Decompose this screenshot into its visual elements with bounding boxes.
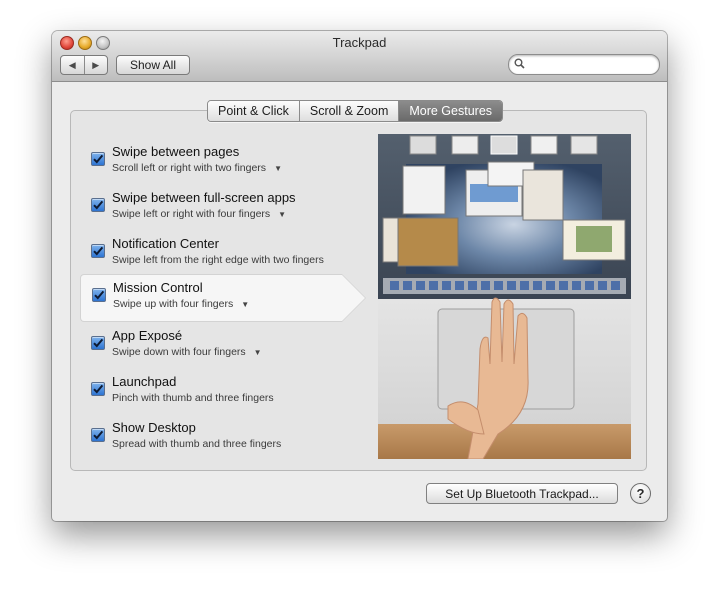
help-icon[interactable]: ? <box>630 483 651 504</box>
show-all-button[interactable]: Show All <box>116 55 190 75</box>
forward-button[interactable]: ▶ <box>83 56 108 74</box>
set-up-bluetooth-trackpad-button[interactable]: Set Up Bluetooth Trackpad... <box>426 483 618 504</box>
gesture-checkbox[interactable] <box>91 382 105 396</box>
dropdown-arrow-icon[interactable]: ▼ <box>278 210 286 219</box>
tab-point-click[interactable]: Point & Click <box>208 101 299 121</box>
gesture-checkbox[interactable] <box>91 198 105 212</box>
gesture-title: Swipe between pages <box>112 144 240 159</box>
checkmark-icon <box>93 154 104 164</box>
gesture-row[interactable]: Notification Center Swipe left from the … <box>71 231 361 277</box>
dropdown-arrow-icon[interactable]: ▼ <box>274 164 282 173</box>
gesture-title: Swipe between full-screen apps <box>112 190 296 205</box>
dropdown-arrow-icon[interactable]: ▼ <box>254 348 262 357</box>
gesture-subtitle: Swipe left or right with four fingers ▼ <box>112 208 286 220</box>
gesture-subtitle: Swipe down with four fingers ▼ <box>112 346 262 358</box>
checkmark-icon <box>93 384 104 394</box>
checkmark-icon <box>93 246 104 256</box>
gestures-panel: Swipe between pages Scroll left or right… <box>70 110 647 471</box>
gesture-subtitle-text: Swipe left or right with four fingers <box>112 208 271 220</box>
gesture-subtitle: Pinch with thumb and three fingers <box>112 392 274 404</box>
search-icon <box>514 58 525 69</box>
trackpad-window: Trackpad ◀ ▶ Show All Point & Click Scro… <box>52 31 667 521</box>
gesture-row[interactable]: Show Desktop Spread with thumb and three… <box>71 415 361 461</box>
checkmark-icon <box>94 290 105 300</box>
tab-scroll-zoom[interactable]: Scroll & Zoom <box>298 101 399 121</box>
back-arrow-icon: ◀ <box>68 59 76 70</box>
gesture-preview <box>378 134 631 459</box>
gesture-title: Notification Center <box>112 236 219 251</box>
back-button[interactable]: ◀ <box>61 56 84 74</box>
gesture-row[interactable]: Swipe between full-screen apps Swipe lef… <box>71 185 361 231</box>
gesture-subtitle-text: Swipe down with four fingers <box>112 346 246 358</box>
checkmark-icon <box>93 200 104 210</box>
gesture-subtitle: Swipe up with four fingers ▼ <box>113 298 249 310</box>
search-input[interactable] <box>529 56 653 73</box>
tab-bar: Point & Click Scroll & Zoom More Gesture… <box>207 100 504 122</box>
nav-button-group: ◀ ▶ <box>60 55 108 75</box>
tab-more-gestures[interactable]: More Gestures <box>398 101 503 121</box>
gesture-subtitle: Spread with thumb and three fingers <box>112 438 282 450</box>
gesture-subtitle: Scroll left or right with two fingers ▼ <box>112 162 282 174</box>
dropdown-arrow-icon[interactable]: ▼ <box>241 300 249 309</box>
gesture-subtitle: Swipe left from the right edge with two … <box>112 254 324 266</box>
gesture-row[interactable]: Swipe between pages Scroll left or right… <box>71 139 361 185</box>
gesture-row[interactable]: Launchpad Pinch with thumb and three fin… <box>71 369 361 415</box>
search-field[interactable] <box>508 54 660 75</box>
mission-control-preview-illustration <box>378 134 631 459</box>
gesture-subtitle-text: Scroll left or right with two fingers <box>112 162 267 174</box>
gesture-checkbox[interactable] <box>91 428 105 442</box>
gesture-title: Mission Control <box>113 280 203 295</box>
gesture-checkbox[interactable] <box>91 152 105 166</box>
gesture-subtitle-text: Swipe up with four fingers <box>113 298 234 310</box>
title-bar: Trackpad ◀ ▶ Show All <box>52 31 667 82</box>
gesture-checkbox[interactable] <box>91 336 105 350</box>
gesture-checkbox[interactable] <box>92 288 106 302</box>
forward-arrow-icon: ▶ <box>92 59 100 70</box>
checkmark-icon <box>93 338 104 348</box>
gesture-checkbox[interactable] <box>91 244 105 258</box>
checkmark-icon <box>93 430 104 440</box>
gesture-row[interactable]: App Exposé Swipe down with four fingers ▼ <box>71 323 361 369</box>
gesture-title: Show Desktop <box>112 420 196 435</box>
window-title: Trackpad <box>332 35 387 50</box>
gesture-row-selected[interactable]: Mission Control Swipe up with four finge… <box>80 274 366 322</box>
gesture-title: Launchpad <box>112 374 177 389</box>
gesture-title: App Exposé <box>112 328 183 343</box>
